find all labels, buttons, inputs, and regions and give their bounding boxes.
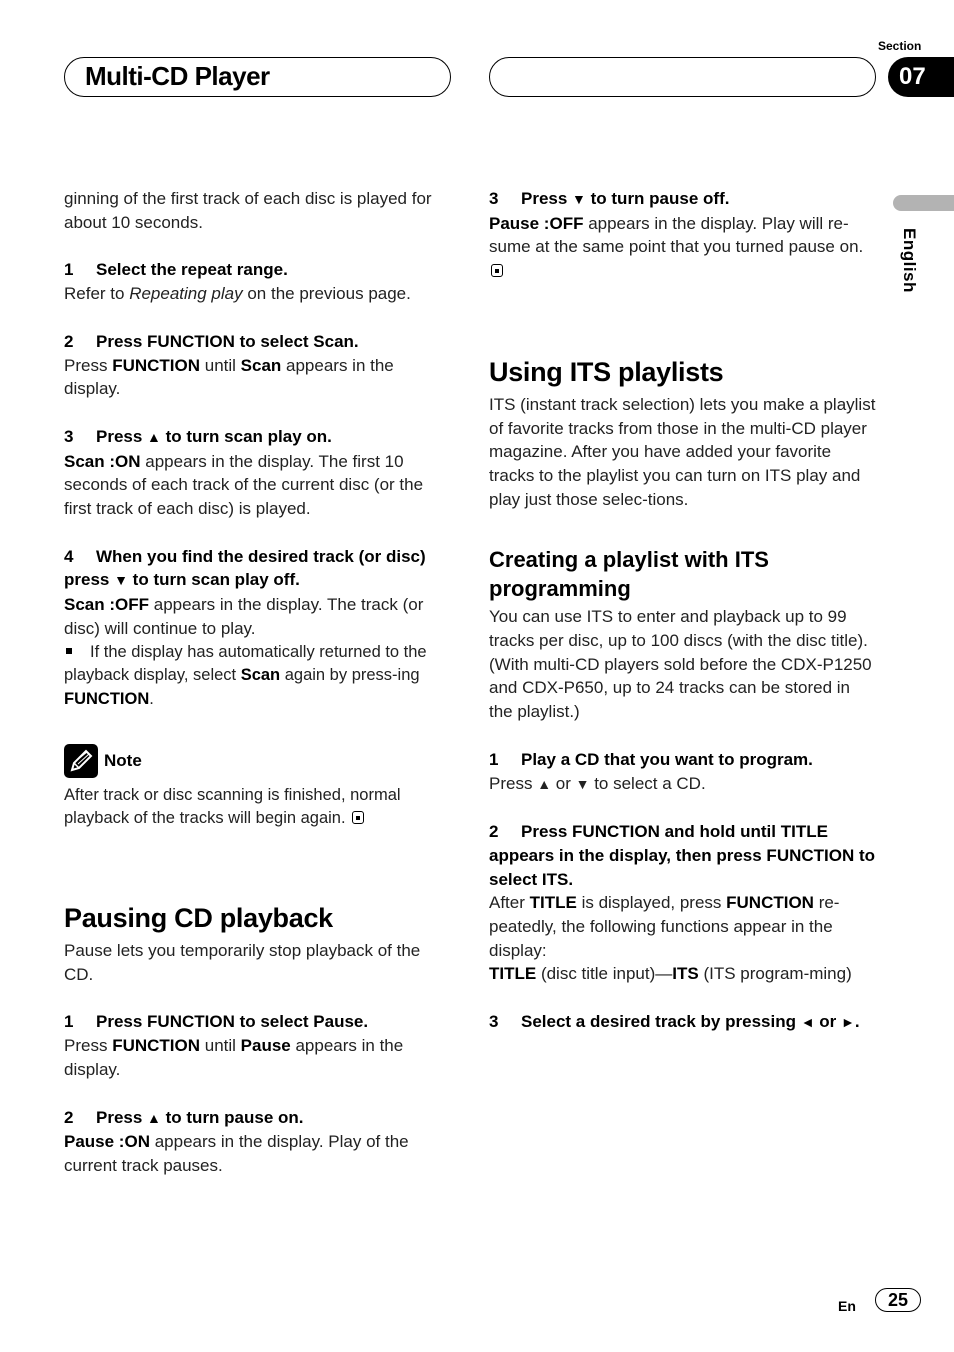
subsection-intro: You can use ITS to enter and playback up… xyxy=(489,607,872,722)
section-number-badge: 07 xyxy=(888,57,954,97)
bullet-icon xyxy=(66,647,72,654)
step-body: Press ▲ or ▼ to select a CD. xyxy=(489,773,706,793)
down-arrow-icon: ▼ xyxy=(572,191,586,207)
down-arrow-icon: ▼ xyxy=(114,572,128,589)
step-heading: 1 Press FUNCTION to select Pause. xyxy=(64,1012,369,1032)
up-arrow-icon: ▲ xyxy=(147,1109,161,1126)
intro-paragraph: ginning of the first track of each disc … xyxy=(64,189,432,232)
end-of-section-icon xyxy=(491,264,503,278)
step-body: Pause :OFF appears in the display. Play … xyxy=(489,212,877,283)
section-intro: Pause lets you temporarily stop playback… xyxy=(64,941,421,984)
subsection-heading: Creating a playlist with ITS programming xyxy=(489,547,769,602)
right-column: 3 Press ▼ to turn pause off. Pause :OFF a… xyxy=(489,187,877,1035)
step-body: Press FUNCTION until Scan appears in the… xyxy=(64,355,394,399)
language-tab-marker xyxy=(893,195,954,211)
header-blank-banner xyxy=(489,57,876,97)
chapter-title: Multi-CD Player xyxy=(85,61,270,91)
language-tab-label: English xyxy=(900,228,919,293)
language-code: En xyxy=(838,1298,856,1314)
end-of-section-icon xyxy=(352,811,365,825)
step-heading: 2 Press FUNCTION and hold until TITLE app… xyxy=(489,822,876,889)
step-heading: 2 Press ▲ to turn pause on. xyxy=(64,1107,304,1127)
chapter-title-banner: Multi-CD Player xyxy=(64,57,451,97)
note-header: Note xyxy=(64,743,452,778)
step-heading: 2 Press FUNCTION to select Scan. xyxy=(64,331,359,351)
up-arrow-icon: ▲ xyxy=(537,775,552,792)
section-intro: ITS (instant track selection) lets you m… xyxy=(489,394,876,509)
step-heading: 3 Press ▼ to turn pause off. xyxy=(489,189,730,208)
step-body: After TITLE is displayed, press FUNCTION… xyxy=(489,893,840,960)
section-heading: Pausing CD playback xyxy=(64,903,333,934)
step-heading: 1 Select the repeat range. xyxy=(64,260,288,280)
step-heading: 3 Select a desired track by pressing ◄ or… xyxy=(489,1012,860,1032)
section-label: Section xyxy=(878,39,922,53)
step-body: Refer to Repeating play on the previous … xyxy=(64,284,411,304)
left-arrow-icon: ◄ xyxy=(800,1014,815,1031)
step-heading: 4 When you find the desired track (or dis… xyxy=(64,546,426,590)
step-body-functions: TITLE (disc title input)—ITS (ITS progra… xyxy=(489,964,852,984)
page-number: 25 xyxy=(875,1288,921,1312)
down-arrow-icon: ▼ xyxy=(575,775,590,792)
note-body: After track or disc scanning is finished… xyxy=(64,785,401,828)
right-arrow-icon: ► xyxy=(841,1014,855,1031)
bullet-note: If the display has automatically returne… xyxy=(64,642,427,708)
pencil-note-icon xyxy=(64,743,98,778)
step-body: Scan :ON appears in the display. The fir… xyxy=(64,451,424,519)
step-heading: 3 Press ▲ to turn scan play on. xyxy=(64,426,332,446)
step-body: Pause :ON appears in the display. Play o… xyxy=(64,1132,409,1175)
note-title: Note xyxy=(104,750,142,770)
cross-reference-link[interactable]: Repeating play xyxy=(129,284,242,303)
step-body: Press FUNCTION until Pause appears in th… xyxy=(64,1036,404,1079)
step-body: Scan :OFF appears in the display. The tr… xyxy=(64,595,424,638)
left-column: ginning of the first track of each disc … xyxy=(64,187,452,1178)
up-arrow-icon: ▲ xyxy=(147,428,161,445)
section-heading: Using ITS playlists xyxy=(489,356,724,387)
step-heading: 1 Play a CD that you want to program. xyxy=(489,749,813,769)
